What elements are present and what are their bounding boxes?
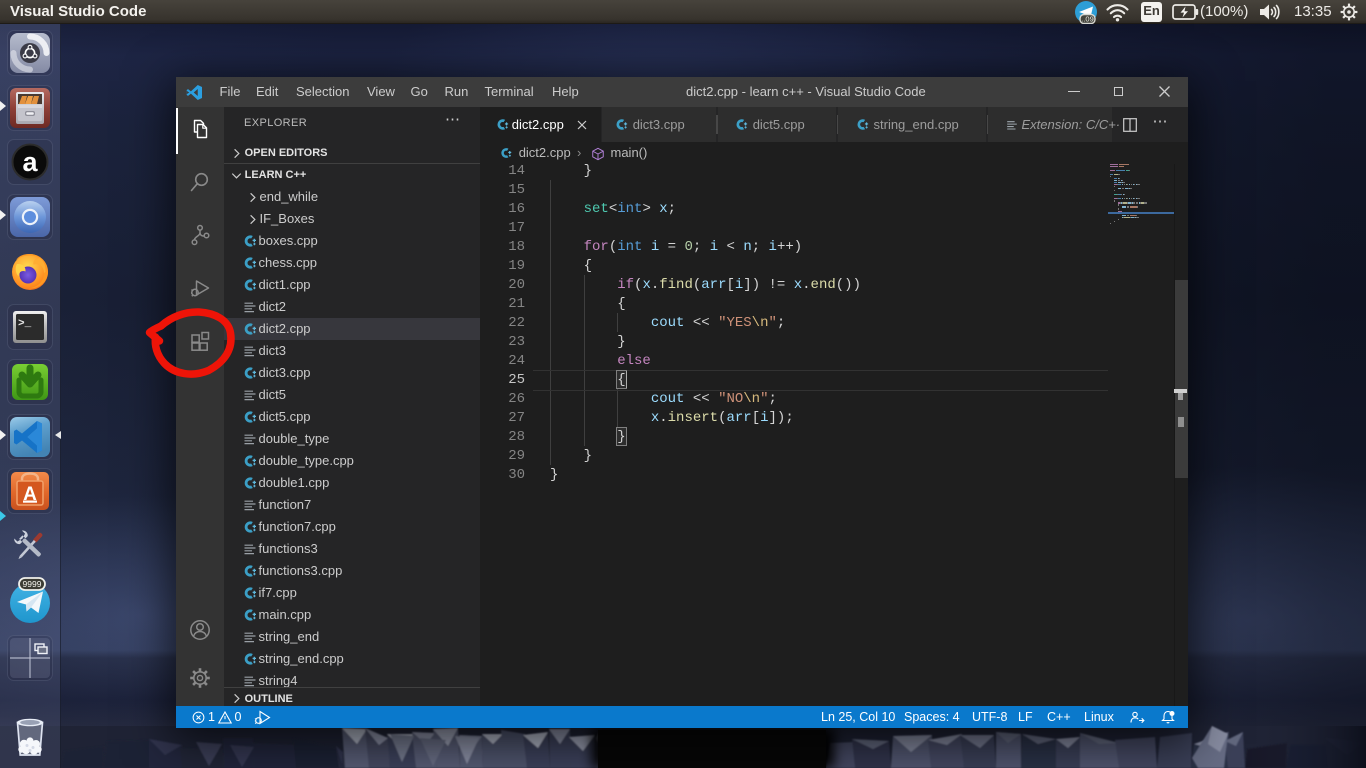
svg-text:>_: >_ bbox=[18, 318, 32, 330]
svg-text:..09: ..09 bbox=[1081, 15, 1094, 24]
svg-text:a: a bbox=[22, 147, 38, 177]
svg-text:9999: 9999 bbox=[23, 579, 42, 589]
